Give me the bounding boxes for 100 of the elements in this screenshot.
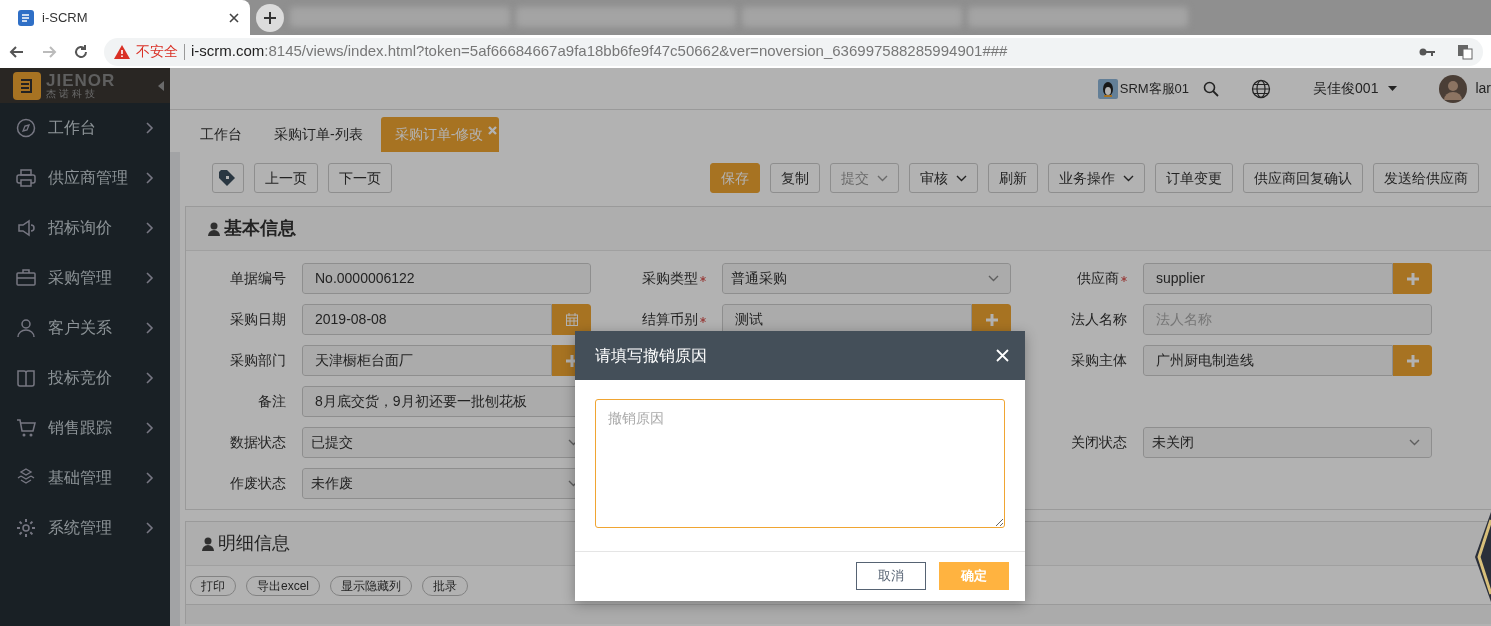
gear-icon [16, 518, 36, 538]
field-label: 结算币别 [642, 310, 698, 329]
action-button[interactable]: 发送给供应商 [1373, 163, 1479, 193]
dropdown-button[interactable]: 审核 [909, 163, 978, 193]
new-tab-button[interactable] [256, 4, 284, 32]
sidebar-item[interactable]: 基础管理 [0, 453, 170, 503]
chevron-down-icon [877, 174, 888, 182]
search-icon[interactable] [1203, 80, 1220, 97]
required-icon [700, 275, 706, 282]
service-link[interactable]: SRM客服01 [1119, 78, 1190, 99]
sidebar-item[interactable]: 招标询价 [0, 203, 170, 253]
translate-icon[interactable] [1457, 43, 1473, 60]
megaphone-icon [16, 218, 36, 238]
sidebar-item[interactable]: 供应商管理 [0, 153, 170, 203]
reload-icon[interactable] [72, 42, 90, 61]
calendar-icon [565, 313, 578, 326]
action-button[interactable]: 复制 [770, 163, 820, 193]
chevron-icon [146, 422, 154, 434]
field-label: 作废状态 [230, 474, 286, 493]
page-nav-button[interactable]: 上一页 [254, 163, 318, 193]
cart-icon [16, 418, 36, 438]
section-title: 明细信息 [218, 532, 290, 555]
required-icon [700, 316, 706, 323]
input-field[interactable]: 2019-08-08 [302, 304, 552, 335]
page-nav-button[interactable]: 下一页 [328, 163, 392, 193]
input-field[interactable]: No.0000006122 [302, 263, 591, 294]
globe-icon[interactable] [1251, 78, 1272, 99]
sidebar-item[interactable]: 销售跟踪 [0, 403, 170, 453]
dropdown-button[interactable]: 业务操作 [1048, 163, 1145, 193]
cancel-button[interactable]: 取消 [856, 562, 926, 590]
dialog-title: 请填写撤销原因 [595, 345, 707, 366]
input-field[interactable]: 天津橱柜台面厂 [302, 345, 552, 376]
app-icon [18, 9, 34, 26]
chevron-icon [146, 322, 154, 334]
plus-icon [263, 11, 277, 25]
chevron-icon [146, 522, 154, 534]
toolbar-button[interactable]: 显示隐藏列 [330, 576, 412, 596]
chevron-down-icon [987, 275, 999, 282]
section-title: 基本信息 [224, 217, 296, 240]
close-icon[interactable] [228, 11, 240, 24]
sidebar-item[interactable]: 工作台 [0, 103, 170, 153]
select-field[interactable]: 普通采购 [722, 263, 1011, 294]
plus-icon [1406, 354, 1419, 367]
toolbar-button[interactable]: 打印 [190, 576, 236, 596]
field-label: 采购日期 [230, 310, 286, 329]
avatar-icon[interactable] [1439, 74, 1468, 103]
input-field[interactable]: 广州厨电制造线 [1143, 345, 1393, 376]
toolbar-button[interactable]: 批录 [422, 576, 468, 596]
chevron-icon [146, 122, 154, 134]
user-name[interactable]: lar [1475, 78, 1491, 99]
tag-icon [219, 170, 237, 186]
input-field[interactable]: supplier [1143, 263, 1393, 294]
browser-tab[interactable]: i-SCRM [0, 0, 250, 35]
reason-field[interactable]: 撤销原因 [595, 399, 1005, 528]
chevron-icon [146, 172, 154, 184]
address-bar[interactable]: 不安全 i-scrm.com:8145/views/index.html?token=5af66684667a9fa18bb6fe9f47c50662&ver=noversion_636997588285994901### [104, 37, 1483, 66]
briefcase-icon [16, 268, 36, 288]
chevron-down-icon [1408, 439, 1420, 446]
chevron-icon [146, 272, 154, 284]
chevron-icon [146, 372, 154, 384]
field-label: 法人名称 [1071, 310, 1127, 329]
field-label: 单据编号 [230, 269, 286, 288]
plus-icon [985, 313, 998, 326]
user-icon [208, 221, 220, 236]
plus-icon [1406, 272, 1419, 285]
sidebar-item[interactable]: 客户关系 [0, 303, 170, 353]
chevron-down-icon [1123, 174, 1134, 182]
caret-icon [1388, 86, 1398, 91]
user-icon [16, 318, 36, 338]
user-menu[interactable]: 吴佳俊001 [1313, 78, 1398, 99]
plus-icon [565, 354, 578, 367]
action-button[interactable]: 供应商回复确认 [1243, 163, 1363, 193]
tag-button[interactable] [212, 163, 244, 193]
action-button[interactable]: 刷新 [988, 163, 1038, 193]
select-field[interactable]: 未关闭 [1143, 427, 1432, 458]
field-label: 采购类型 [642, 269, 698, 288]
compass-icon [16, 118, 36, 138]
field-label: 数据状态 [230, 433, 286, 452]
required-icon [1121, 275, 1127, 282]
chevron-down-icon [956, 174, 967, 182]
action-button[interactable]: 订单变更 [1155, 163, 1233, 193]
toolbar-button[interactable]: 导出excel [246, 576, 320, 596]
field-label: 采购部门 [230, 351, 286, 370]
chevron-icon [146, 222, 154, 234]
user-icon [202, 536, 214, 551]
logo-icon [13, 71, 41, 100]
page-tab[interactable]: 采购订单-列表 [260, 117, 377, 152]
calendar-button[interactable] [552, 304, 591, 335]
key-icon[interactable] [1419, 46, 1435, 57]
collapse-icon[interactable] [158, 80, 164, 91]
field-label: 备注 [258, 392, 286, 411]
chevron-icon [146, 472, 154, 484]
book-icon [16, 368, 36, 388]
field-label: 采购主体 [1071, 351, 1127, 370]
sidebar-item[interactable]: 投标竞价 [0, 353, 170, 403]
warning-icon [114, 44, 130, 59]
page-tab[interactable]: 工作台 [186, 117, 256, 152]
sidebar-item[interactable]: 采购管理 [0, 253, 170, 303]
field-label: 供应商 [1077, 269, 1119, 288]
sidebar-item[interactable]: 系统管理 [0, 503, 170, 553]
